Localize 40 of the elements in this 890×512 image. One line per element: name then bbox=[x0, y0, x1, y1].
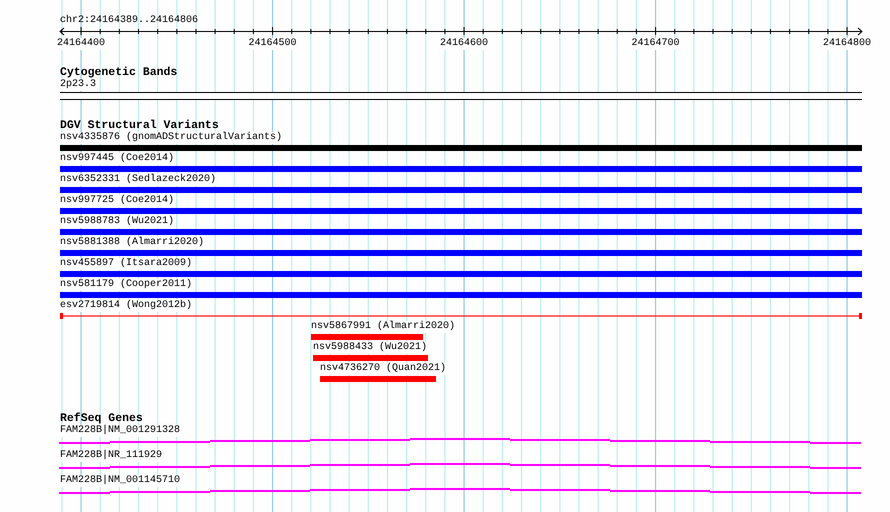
variant-bar[interactable] bbox=[60, 166, 862, 172]
variant-label[interactable]: nsv5988433 (Wu2021) bbox=[313, 342, 428, 354]
ruler-tick-label: 24164600 bbox=[440, 38, 488, 50]
location-label: chr2:24164389..24164806 bbox=[60, 15, 200, 27]
gene-label[interactable]: FAM228B|NR_111929 bbox=[60, 450, 162, 462]
variant-label[interactable]: nsv6352331 (Sedlazeck2020) bbox=[60, 174, 216, 186]
variant-label[interactable]: nsv997725 (Coe2014) bbox=[60, 195, 174, 207]
variant-label[interactable]: nsv4736270 (Quan2021) bbox=[320, 363, 446, 375]
variant-label[interactable]: nsv5988783 (Wu2021) bbox=[60, 216, 174, 228]
variant-label[interactable]: nsv5881388 (Almarri2020) bbox=[60, 237, 204, 249]
band-label: 2p23.3 bbox=[60, 79, 96, 91]
gene-label[interactable]: FAM228B|NM_001145710 bbox=[60, 475, 180, 487]
variant-label[interactable]: nsv581179 (Cooper2011) bbox=[60, 279, 192, 291]
variant-bar[interactable] bbox=[60, 271, 862, 277]
ruler-tick-label: 24164700 bbox=[632, 38, 680, 50]
ruler-tick-label: 24164400 bbox=[57, 38, 106, 50]
gene-label[interactable]: FAM228B|NM_001291328 bbox=[60, 425, 180, 437]
gene-model[interactable] bbox=[59, 438, 862, 445]
ruler-tick-label: 24164500 bbox=[248, 38, 297, 50]
ruler-tick-label: 24164800 bbox=[823, 38, 872, 50]
variant-line[interactable] bbox=[60, 313, 862, 319]
variant-label[interactable]: nsv997445 (Coe2014) bbox=[60, 153, 174, 165]
variant-bar[interactable] bbox=[60, 145, 862, 151]
variant-bar[interactable] bbox=[313, 355, 428, 361]
variant-bar[interactable] bbox=[60, 208, 862, 214]
gene-model[interactable] bbox=[59, 488, 862, 495]
track-title: Cytogenetic Bands bbox=[60, 67, 178, 79]
variant-bar[interactable] bbox=[60, 229, 862, 235]
variant-label[interactable]: esv2719814 (Wong2012b) bbox=[60, 300, 192, 312]
variant-bar[interactable] bbox=[311, 334, 423, 340]
gene-model[interactable] bbox=[59, 463, 862, 470]
variant-label[interactable]: nsv5867991 (Almarri2020) bbox=[311, 321, 456, 333]
variant-bar[interactable] bbox=[60, 292, 862, 298]
track-title: DGV Structural Variants bbox=[60, 120, 219, 132]
variant-label[interactable]: nsv4335876 (gnomADStructuralVariants) bbox=[60, 132, 282, 144]
variant-bar[interactable] bbox=[320, 376, 436, 382]
track-title: RefSeq Genes bbox=[60, 413, 143, 425]
variant-label[interactable]: nsv455897 (Itsara2009) bbox=[60, 258, 192, 270]
variant-bar[interactable] bbox=[60, 250, 862, 256]
variant-bar[interactable] bbox=[60, 187, 862, 193]
